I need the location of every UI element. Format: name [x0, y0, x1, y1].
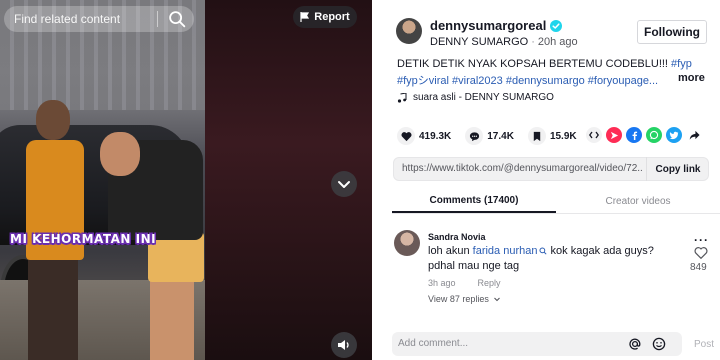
whatsapp-share-button[interactable] [646, 127, 662, 143]
chevron-down-icon [338, 181, 350, 188]
engagement-stats: 419.3K 17.4K 15.9K [397, 127, 591, 145]
send-arrow-icon [610, 131, 618, 139]
search-icon[interactable] [166, 8, 188, 30]
comment-text-before: loh akun [428, 245, 473, 257]
subline-separator: · [531, 36, 535, 48]
mention-at-icon[interactable] [628, 337, 642, 351]
emoji-icon[interactable] [652, 337, 666, 351]
search-placeholder: Find related content [14, 12, 121, 26]
more-link[interactable]: more [678, 72, 705, 84]
comment-like-count: 849 [690, 262, 707, 273]
like-count: 419.3K [419, 130, 452, 142]
comment-meta: 3h ago Reply [428, 278, 501, 288]
scene-person [28, 255, 78, 360]
report-button[interactable]: Report [293, 6, 357, 28]
flag-icon [300, 12, 310, 22]
share-link-url[interactable]: https://www.tiktok.com/@dennysumargoreal… [402, 163, 642, 174]
author-avatar[interactable] [396, 18, 422, 44]
video-player[interactable]: MI KEHORMATAN INI Find related content R… [0, 0, 372, 360]
video-description: DETIK DETIK NYAK KOPSAH BERTEMU CODEBLU!… [397, 57, 712, 72]
tab-comments[interactable]: Comments (17400) [392, 190, 556, 213]
music-link[interactable]: suara asli - DENNY SUMARGO [397, 92, 554, 103]
share-buttons [586, 127, 702, 143]
tab-creator-videos[interactable]: Creator videos [556, 190, 720, 213]
save-button[interactable] [527, 127, 546, 145]
scene-person [36, 100, 70, 140]
commenter-avatar[interactable] [394, 230, 420, 256]
bookmark-icon [533, 131, 541, 141]
author-subline: DENNY SUMARGO · 20h ago [430, 36, 578, 48]
save-stat[interactable]: 15.9K [527, 127, 577, 145]
music-label: suara asli - DENNY SUMARGO [413, 92, 554, 103]
verified-badge-icon [550, 19, 563, 32]
music-note-icon [397, 92, 407, 103]
comment-text: loh akun farida nurhan kok kagak ada guy… [428, 244, 678, 274]
volume-icon [338, 340, 349, 350]
next-video-button[interactable] [331, 171, 357, 197]
view-replies-label: View 87 replies [428, 294, 489, 304]
reply-button[interactable]: Reply [478, 278, 501, 288]
heart-icon [400, 131, 412, 141]
author-username[interactable]: dennysumargoreal [430, 18, 563, 33]
comment-text-after: kok kagak ada guys? [547, 245, 654, 257]
facebook-share-button[interactable] [626, 127, 642, 143]
embed-button[interactable] [586, 127, 602, 143]
like-button[interactable] [397, 127, 415, 145]
video-frame: MI KEHORMATAN INI [0, 0, 205, 360]
author-display-name: DENNY SUMARGO [430, 36, 529, 48]
more-share-button[interactable] [686, 127, 702, 143]
username-text: dennysumargoreal [430, 18, 547, 33]
related-search-bar[interactable]: Find related content [4, 6, 194, 32]
report-label: Report [314, 11, 350, 23]
comment-more-button[interactable]: ··· [694, 233, 709, 247]
description-text: DETIK DETIK NYAK KOPSAH BERTEMU CODEBLU!… [397, 58, 672, 70]
heart-outline-icon[interactable] [694, 246, 708, 260]
comment-age: 3h ago [428, 278, 456, 288]
post-age: 20h ago [537, 36, 578, 48]
send-button[interactable] [606, 127, 622, 143]
hashtag-link[interactable]: #fyp [671, 58, 692, 70]
comment-stat[interactable]: 17.4K [465, 127, 514, 145]
comment-button[interactable] [465, 127, 484, 145]
embed-code-icon [589, 131, 599, 139]
search-divider [157, 11, 158, 27]
save-count: 15.9K [549, 130, 577, 142]
scene-person [150, 280, 194, 360]
twitter-icon [669, 131, 679, 140]
copy-link-button[interactable]: Copy link [646, 157, 709, 181]
comment-bubble-icon [469, 131, 479, 141]
following-button[interactable]: Following [637, 20, 707, 44]
scene-person [100, 132, 140, 176]
comment-count: 17.4K [487, 130, 514, 142]
comment-text-line2: pdhal mau nge tag [428, 260, 520, 272]
post-button[interactable]: Post [694, 339, 714, 350]
panel-tabs: Comments (17400) Creator videos [392, 190, 720, 214]
comment-mention[interactable]: farida nurhan [473, 245, 538, 257]
video-caption-overlay: MI KEHORMATAN INI [10, 232, 157, 246]
share-arrow-icon [689, 130, 700, 140]
volume-button[interactable] [331, 332, 357, 358]
view-replies-button[interactable]: View 87 replies [428, 294, 501, 304]
facebook-icon [632, 131, 637, 140]
commenter-name[interactable]: Sandra Novia [428, 232, 486, 242]
whatsapp-icon [649, 130, 659, 140]
like-stat[interactable]: 419.3K [397, 127, 451, 145]
chevron-down-icon [493, 297, 500, 302]
comment-input-placeholder: Add comment... [398, 338, 469, 349]
twitter-share-button[interactable] [666, 127, 682, 143]
hashtag-line[interactable]: #fypシviral #viral2023 #dennysumargo #for… [397, 72, 658, 88]
